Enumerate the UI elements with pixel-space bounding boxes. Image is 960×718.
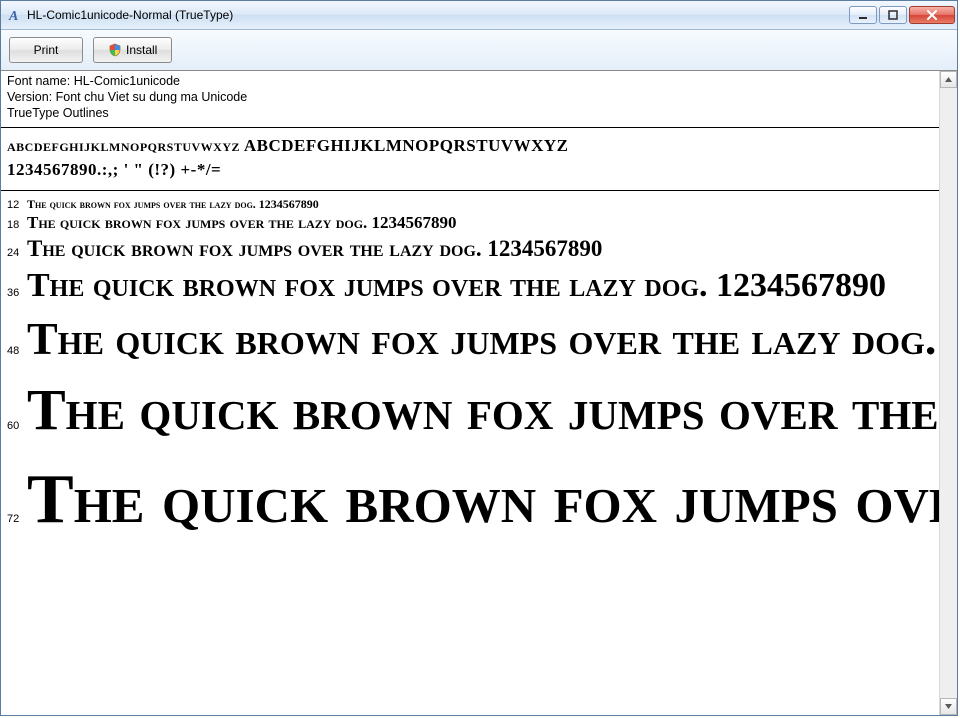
vertical-scrollbar[interactable] (939, 71, 957, 715)
print-button[interactable]: Print (9, 37, 83, 63)
scroll-down-button[interactable] (940, 698, 957, 715)
window-title: HL-Comic1unicode-Normal (TrueType) (27, 8, 849, 22)
sample-size-label: 48 (7, 345, 27, 357)
sample-size-label: 12 (7, 199, 27, 211)
shield-icon (108, 43, 122, 57)
scroll-track[interactable] (940, 88, 957, 698)
install-button-label: Install (126, 43, 157, 57)
sample-size-label: 72 (7, 513, 27, 525)
charset-symbols: 1234567890.:,; ' " (!?) +-*/= (7, 158, 933, 182)
app-icon: A (7, 7, 23, 23)
sample-row: 48The quick brown fox jumps over the laz… (7, 312, 939, 366)
sample-row: 18The quick brown fox jumps over the laz… (7, 213, 939, 233)
maximize-button[interactable] (879, 6, 907, 24)
scroll-up-button[interactable] (940, 71, 957, 88)
sample-text: The quick brown fox jumps over the lazy … (27, 197, 319, 211)
toolbar: Print Install (1, 30, 957, 71)
character-set: abcdefghijklmnopqrstuvwxyz ABCDEFGHIJKLM… (1, 130, 939, 188)
install-button[interactable]: Install (93, 37, 172, 63)
sample-text: The quick brown fox jumps over the lazy … (27, 458, 939, 541)
sample-text: The quick brown fox jumps over the lazy … (27, 266, 886, 306)
sample-row: 72The quick brown fox jumps over the laz… (7, 458, 939, 541)
font-name-line: Font name: HL-Comic1unicode (7, 73, 933, 89)
sample-size-label: 36 (7, 287, 27, 299)
sample-row: 24The quick brown fox jumps over the laz… (7, 235, 939, 262)
divider (1, 190, 939, 191)
font-version-line: Version: Font chu Viet su dung ma Unicod… (7, 89, 933, 105)
sample-size-label: 60 (7, 420, 27, 432)
content-area: Font name: HL-Comic1unicode Version: Fon… (1, 71, 957, 715)
close-button[interactable] (909, 6, 955, 24)
svg-text:A: A (8, 9, 18, 23)
window-controls (849, 6, 955, 24)
sample-text: The quick brown fox jumps over the lazy … (27, 235, 602, 262)
font-preview-pane: Font name: HL-Comic1unicode Version: Fon… (1, 71, 939, 715)
titlebar: A HL-Comic1unicode-Normal (TrueType) (1, 1, 957, 30)
font-outlines-line: TrueType Outlines (7, 105, 933, 121)
sample-list: 12The quick brown fox jumps over the laz… (1, 193, 939, 541)
sample-text: The quick brown fox jumps over the lazy … (27, 312, 939, 366)
sample-row: 60The quick brown fox jumps over the laz… (7, 376, 939, 444)
font-metadata: Font name: HL-Comic1unicode Version: Fon… (1, 71, 939, 125)
sample-size-label: 18 (7, 219, 27, 231)
divider (1, 127, 939, 128)
sample-text: The quick brown fox jumps over the lazy … (27, 213, 457, 233)
charset-alphabet: abcdefghijklmnopqrstuvwxyz ABCDEFGHIJKLM… (7, 134, 933, 158)
sample-text: The quick brown fox jumps over the lazy … (27, 376, 939, 444)
minimize-button[interactable] (849, 6, 877, 24)
sample-size-label: 24 (7, 247, 27, 259)
font-viewer-window: A HL-Comic1unicode-Normal (TrueType) Pri… (0, 0, 958, 716)
sample-row: 36The quick brown fox jumps over the laz… (7, 266, 939, 306)
print-button-label: Print (34, 43, 59, 57)
sample-row: 12The quick brown fox jumps over the laz… (7, 197, 939, 211)
